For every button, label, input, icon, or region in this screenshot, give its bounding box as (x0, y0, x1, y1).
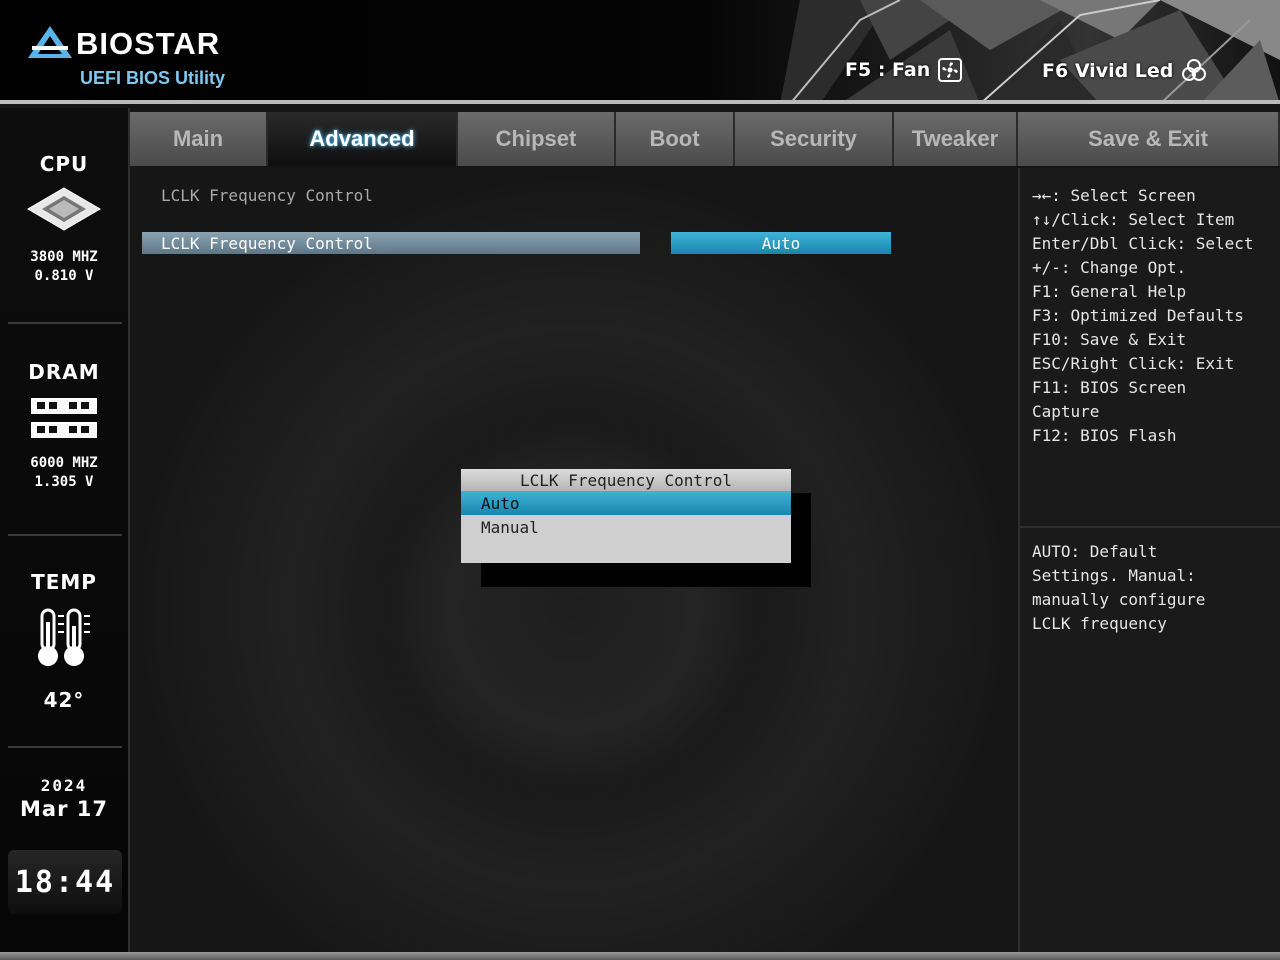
fan-hotkey-label: F5 : Fan (845, 59, 931, 81)
main-tabs: Main Advanced Chipset Boot Security Twea… (130, 112, 1280, 166)
help-key-optimized-defaults: F3: Optimized Defaults (1032, 306, 1244, 325)
help-description-line: LCLK frequency (1032, 614, 1167, 633)
help-key-change-opt: +/-: Change Opt. (1032, 258, 1187, 277)
section-title: LCLK Frequency Control (161, 186, 373, 205)
brand-subtitle: UEFI BIOS Utility (80, 68, 226, 88)
dram-voltage: 1.305 V (34, 474, 94, 490)
setting-value-lclk[interactable]: Auto (671, 232, 891, 254)
help-key-select: Enter/Dbl Click: Select (1032, 234, 1254, 253)
biostar-logo-icon (28, 26, 72, 58)
time-display: 18:44 (8, 850, 122, 914)
help-key-save-exit: F10: Save & Exit (1032, 330, 1187, 349)
help-description-line: AUTO: Default (1032, 542, 1158, 561)
help-key-exit: ESC/Right Click: Exit (1032, 354, 1235, 373)
help-description-line: manually configure (1032, 590, 1206, 609)
date-month-day: Mar 17 (20, 797, 108, 821)
tab-advanced[interactable]: Advanced (268, 112, 458, 166)
help-key-capture: Capture (1032, 402, 1100, 421)
fan-hotkey[interactable]: F5 : Fan (845, 58, 963, 82)
led-hotkey-label: F6 Vivid Led (1042, 60, 1174, 82)
help-panel: →←: Select Screen ↑↓/Click: Select Item … (1018, 168, 1280, 952)
cpu-chip-icon (27, 187, 101, 231)
option-popup: LCLK Frequency Control Auto Manual (461, 469, 791, 563)
help-key-general-help: F1: General Help (1032, 282, 1187, 301)
vivid-led-hotkey[interactable]: F6 Vivid Led (1042, 58, 1207, 84)
sidebar-divider (8, 534, 122, 536)
date-year: 2024 (40, 776, 88, 795)
tab-security[interactable]: Security (735, 112, 894, 166)
cpu-frequency: 3800 MHZ (30, 249, 98, 265)
popup-option-auto[interactable]: Auto (461, 491, 791, 515)
temp-title: TEMP (31, 570, 97, 594)
led-icon (1182, 59, 1207, 81)
cpu-voltage: 0.810 V (34, 268, 94, 284)
help-description-line: Settings. Manual: (1032, 566, 1196, 585)
decorative-shards (780, 0, 1280, 104)
cpu-title: CPU (39, 152, 89, 176)
setting-item-lclk-frequency-control[interactable]: LCLK Frequency Control (142, 232, 640, 254)
dram-panel: DRAM 6000 MHZ 1.305 V (0, 360, 128, 492)
sidebar-divider (8, 746, 122, 748)
temp-panel: TEMP 42° (0, 570, 128, 712)
status-sidebar: CPU 3800 MHZ 0.810 V DRAM 6000 MHZ 1.305… (0, 108, 130, 952)
tab-chipset[interactable]: Chipset (458, 112, 616, 166)
temp-value: 42° (43, 688, 85, 712)
tab-boot[interactable]: Boot (616, 112, 735, 166)
help-key-select-screen: →←: Select Screen (1032, 186, 1196, 205)
dram-frequency: 6000 MHZ (30, 455, 98, 471)
help-divider (1020, 526, 1280, 528)
brand-name: BIOSTAR (76, 26, 221, 61)
dram-title: DRAM (28, 360, 100, 384)
bottom-bar (0, 952, 1280, 960)
settings-panel: LCLK Frequency Control LCLK Frequency Co… (130, 168, 1016, 952)
sidebar-divider (8, 322, 122, 324)
popup-title: LCLK Frequency Control (461, 469, 791, 491)
help-key-select-item: ↑↓/Click: Select Item (1032, 210, 1235, 229)
dram-module-icon (31, 398, 97, 438)
tab-tweaker[interactable]: Tweaker (894, 112, 1018, 166)
tab-main[interactable]: Main (130, 112, 268, 166)
help-description: AUTO: Default Settings. Manual: manually… (1032, 540, 1272, 636)
thermometer-icon (38, 608, 90, 666)
cpu-panel: CPU 3800 MHZ 0.810 V (0, 152, 128, 286)
help-key-bios-flash: F12: BIOS Flash (1032, 426, 1177, 445)
date-panel: 2024 Mar 17 (0, 776, 128, 821)
header-banner: BIOSTAR UEFI BIOS Utility F5 : Fan F6 Vi… (0, 0, 1280, 104)
help-key-bios-screen: F11: BIOS Screen (1032, 378, 1187, 397)
fan-icon (938, 58, 963, 82)
popup-option-manual[interactable]: Manual (461, 515, 791, 539)
tab-save-exit[interactable]: Save & Exit (1018, 112, 1280, 166)
